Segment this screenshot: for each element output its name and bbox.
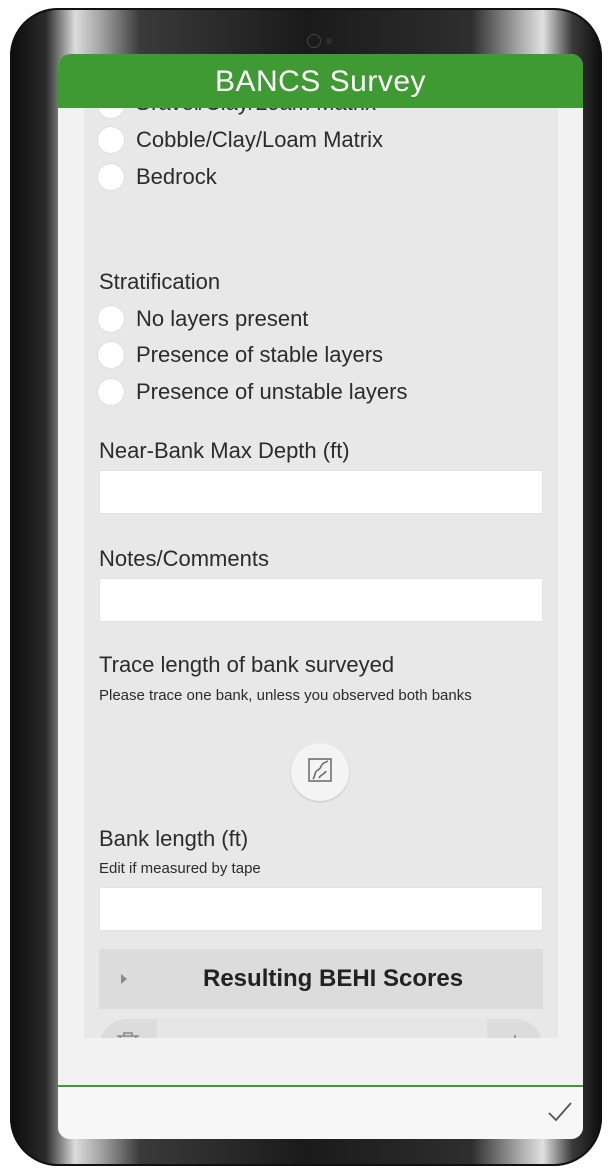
- radio-button[interactable]: [98, 164, 124, 190]
- checkmark-icon: [547, 1101, 573, 1128]
- near-bank-depth-input[interactable]: [99, 470, 543, 514]
- app-screen: BANCS Survey Gravel/Clay/Loam Matrix Cob…: [58, 54, 583, 1139]
- device-frame: BANCS Survey Gravel/Clay/Loam Matrix Cob…: [10, 8, 602, 1166]
- radio-button[interactable]: [98, 127, 124, 153]
- radio-label: Bedrock: [136, 164, 217, 189]
- map-trace-icon: [306, 756, 334, 789]
- behi-scores-group-header[interactable]: Resulting BEHI Scores: [99, 949, 543, 1009]
- stratification-label: Stratification: [99, 269, 221, 294]
- radio-label: Presence of stable layers: [136, 342, 384, 367]
- radio-label: Cobble/Clay/Loam Matrix: [136, 127, 383, 152]
- add-record-button[interactable]: [487, 1019, 543, 1038]
- form-content[interactable]: Gravel/Clay/Loam Matrix Cobble/Clay/Loam…: [84, 108, 558, 1038]
- trace-button[interactable]: [291, 743, 349, 801]
- radio-option-cobble[interactable]: Cobble/Clay/Loam Matrix: [98, 125, 383, 155]
- radio-button[interactable]: [98, 379, 124, 405]
- trace-hint: Please trace one bank, unless you observ…: [99, 687, 472, 704]
- radio-label: No layers present: [136, 306, 309, 331]
- footer-bar: [58, 1087, 583, 1139]
- repeat-navigation: 1 of 1: [99, 1019, 543, 1038]
- bank-length-hint: Edit if measured by tape: [99, 860, 261, 877]
- proximity-sensor: [326, 38, 332, 44]
- group-title: Resulting BEHI Scores: [203, 965, 464, 992]
- delete-record-button[interactable]: [99, 1019, 157, 1038]
- radio-option-bedrock[interactable]: Bedrock: [98, 162, 217, 192]
- app-title: BANCS Survey: [214, 65, 427, 98]
- trash-icon: [115, 1030, 141, 1038]
- radio-option-cut[interactable]: Gravel/Clay/Loam Matrix: [134, 108, 376, 116]
- title-bar: BANCS Survey: [58, 54, 583, 108]
- notes-input[interactable]: [99, 578, 543, 622]
- bank-length-input[interactable]: [99, 887, 543, 931]
- radio-option-unstable-layers[interactable]: Presence of unstable layers: [98, 377, 408, 407]
- radio-option-stable-layers[interactable]: Presence of stable layers: [98, 340, 383, 370]
- trace-label: Trace length of bank surveyed: [99, 652, 395, 677]
- radio-label: Presence of unstable layers: [136, 379, 408, 404]
- near-bank-depth-label: Near-Bank Max Depth (ft): [99, 438, 350, 463]
- submit-button[interactable]: [545, 1099, 575, 1129]
- notes-label: Notes/Comments: [99, 546, 269, 571]
- bank-length-label: Bank length (ft): [99, 826, 249, 851]
- plus-icon: [503, 1033, 527, 1038]
- radio-button[interactable]: [98, 342, 124, 368]
- triangle-right-icon: [121, 974, 127, 984]
- front-camera: [307, 34, 321, 48]
- radio-button[interactable]: [98, 108, 124, 118]
- radio-option-no-layers[interactable]: No layers present: [98, 304, 308, 334]
- record-counter: 1 of 1: [157, 1019, 487, 1038]
- radio-button[interactable]: [98, 306, 124, 332]
